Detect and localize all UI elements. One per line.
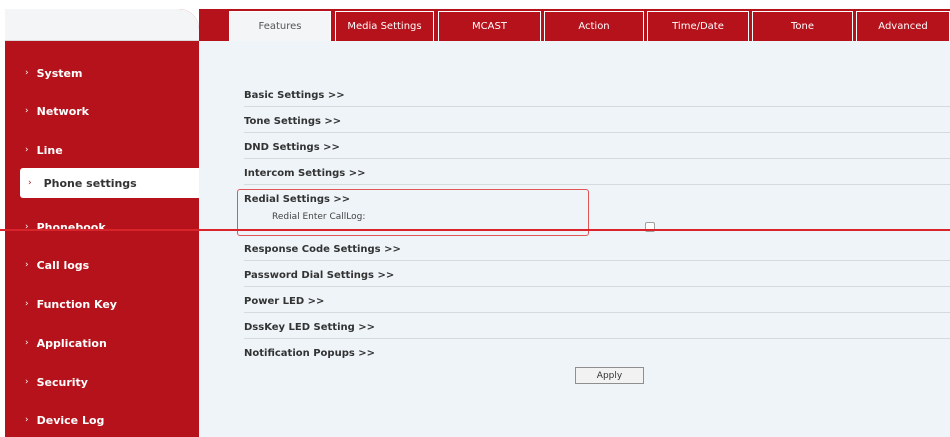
power-led-link[interactable]: Power LED >> <box>244 288 950 313</box>
sidebar-item-label: Application <box>36 336 107 350</box>
sidebar-item-application[interactable]: › Application <box>25 330 185 356</box>
sidebar-item-line[interactable]: › Line <box>25 137 185 163</box>
sidebar-item-label: Line <box>36 143 63 157</box>
setting-label: Password Dial Settings >> <box>244 269 395 281</box>
sidebar-item-label: Network <box>36 104 89 118</box>
sidebar-item-device-log[interactable]: › Device Log <box>25 407 185 433</box>
setting-label: Notification Popups >> <box>244 348 376 359</box>
setting-label: Tone Settings >> <box>244 115 342 127</box>
setting-label: DssKey LED Setting >> <box>244 321 376 333</box>
notification-popups-link[interactable]: Notification Popups >> <box>244 340 950 365</box>
sidebar-header <box>5 9 199 41</box>
dsskey-led-setting-link[interactable]: DssKey LED Setting >> <box>244 314 950 339</box>
setting-label: DND Settings >> <box>244 141 340 153</box>
tab-mcast[interactable]: MCAST <box>438 11 541 41</box>
setting-label: Response Code Settings >> <box>244 243 401 255</box>
sidebar-item-label: Phone settings <box>43 176 137 190</box>
intercom-settings-link[interactable]: Intercom Settings >> <box>244 160 950 185</box>
sidebar-item-function-key[interactable]: › Function Key <box>25 291 185 317</box>
sidebar-item-label: System <box>36 66 83 80</box>
sidebar-item-call-logs[interactable]: › Call logs <box>25 252 185 278</box>
tone-settings-link[interactable]: Tone Settings >> <box>244 108 950 133</box>
chevron-right-icon: › <box>25 260 29 270</box>
setting-label: Intercom Settings >> <box>244 167 366 179</box>
sidebar: › System › Network › Line › Phone settin… <box>5 9 199 437</box>
tab-label: Features <box>258 21 302 32</box>
sidebar-item-network[interactable]: › Network <box>25 98 185 124</box>
tab-label: Advanced <box>878 21 928 32</box>
sidebar-item-label: Device Log <box>36 413 105 427</box>
sidebar-item-label: Security <box>36 375 88 389</box>
chevron-right-icon: › <box>28 178 32 188</box>
chevron-right-icon: › <box>25 377 29 387</box>
password-dial-settings-link[interactable]: Password Dial Settings >> <box>244 262 950 287</box>
dnd-settings-link[interactable]: DND Settings >> <box>244 134 950 159</box>
sidebar-item-phonebook[interactable]: › Phonebook <box>25 214 185 240</box>
chevron-right-icon: › <box>25 106 29 116</box>
sidebar-item-security[interactable]: › Security <box>25 369 185 395</box>
sidebar-item-label: Function Key <box>36 297 117 311</box>
tab-action[interactable]: Action <box>544 11 644 41</box>
field-label: Redial Enter CallLog: <box>272 212 366 222</box>
setting-label: Power LED >> <box>244 295 325 307</box>
redial-enter-calllog-label: Redial Enter CallLog: <box>272 212 365 222</box>
sidebar-item-label: Call logs <box>36 258 90 272</box>
sidebar-item-label: Phonebook <box>36 220 106 234</box>
tab-label: Media Settings <box>347 21 422 32</box>
chevron-right-icon: › <box>25 145 29 155</box>
chevron-right-icon: › <box>25 299 29 309</box>
chevron-right-icon: › <box>25 68 29 78</box>
tab-time-date[interactable]: Time/Date <box>647 11 749 41</box>
sidebar-item-system[interactable]: › System <box>25 60 185 86</box>
tab-tone[interactable]: Tone <box>752 11 853 41</box>
overlay-red-line <box>0 229 950 231</box>
tab-label: Time/Date <box>672 21 724 32</box>
chevron-right-icon: › <box>25 338 29 348</box>
tab-label: Action <box>578 21 610 32</box>
basic-settings-link[interactable]: Basic Settings >> <box>244 82 950 107</box>
apply-button[interactable]: Apply <box>575 367 644 384</box>
tab-features[interactable]: Features <box>229 11 331 41</box>
chevron-right-icon: › <box>25 415 29 425</box>
tab-label: Tone <box>790 21 815 32</box>
tab-bar: Features Media Settings MCAST Action Tim… <box>199 9 950 41</box>
tab-advanced[interactable]: Advanced <box>856 11 950 41</box>
tab-media-settings[interactable]: Media Settings <box>335 11 434 41</box>
response-code-settings-link[interactable]: Response Code Settings >> <box>244 236 950 261</box>
setting-label: Basic Settings >> <box>244 89 345 101</box>
tab-label: MCAST <box>472 21 507 32</box>
sidebar-item-phone-settings[interactable]: › Phone settings <box>20 168 199 198</box>
